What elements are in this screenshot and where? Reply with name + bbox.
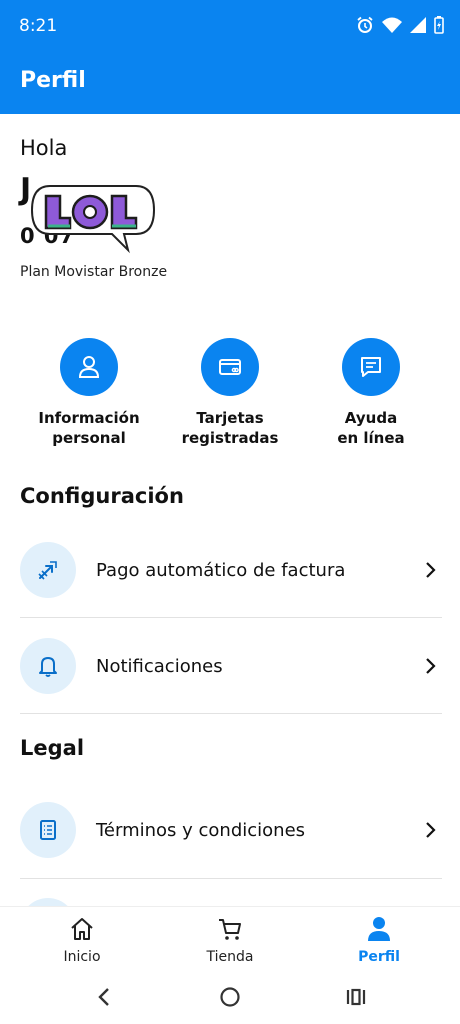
system-nav-bar: [0, 972, 460, 1024]
divider: [20, 878, 442, 879]
row-label: Notificaciones: [96, 655, 223, 677]
status-icons: [356, 16, 444, 34]
battery-icon: [434, 16, 444, 34]
quick-action-personal-info[interactable]: Información personal: [19, 338, 159, 448]
nav-item-tienda[interactable]: Tienda: [180, 915, 280, 965]
nav-item-perfil[interactable]: Perfil: [329, 915, 429, 965]
section-title-legal: Legal: [20, 736, 85, 760]
recent-apps-icon[interactable]: [345, 986, 367, 1008]
nav-item-inicio[interactable]: Inicio: [32, 915, 132, 965]
quick-action-label: Tarjetas registradas: [181, 409, 279, 447]
row-partial-icon: [20, 898, 76, 906]
alarm-icon: [356, 16, 374, 34]
profile-icon: [368, 917, 390, 941]
row-notifications[interactable]: Notificaciones: [20, 618, 442, 714]
greeting-text: Hola: [20, 136, 68, 160]
credit-card-icon: [201, 338, 259, 396]
person-icon: [60, 338, 118, 396]
quick-action-label: Ayuda en línea: [337, 409, 405, 447]
quick-action-label: Información personal: [38, 409, 140, 447]
row-label: Pago automático de factura: [96, 559, 346, 581]
profile-content[interactable]: Hola J 0 07 Plan Movistar Bronze Informa…: [0, 114, 460, 906]
row-label: Términos y condiciones: [96, 819, 306, 841]
nav-label: Inicio: [63, 949, 101, 965]
cart-icon: [219, 919, 241, 940]
signal-icon: [410, 17, 426, 33]
page-title: Perfil: [20, 68, 86, 93]
section-title-config: Configuración: [20, 484, 184, 508]
status-time: 8:21: [19, 16, 58, 36]
back-icon[interactable]: [94, 986, 116, 1008]
quick-action-help[interactable]: Ayuda en línea: [301, 338, 441, 448]
quick-action-cards[interactable]: Tarjetas registradas: [160, 338, 300, 448]
chevron-right-icon: [426, 658, 436, 674]
row-auto-pay[interactable]: Pago automático de factura: [20, 522, 442, 618]
bell-icon: [20, 638, 76, 694]
home-icon: [71, 918, 93, 940]
plan-name: Plan Movistar Bronze: [20, 264, 168, 280]
wifi-icon: [382, 17, 402, 33]
chevron-right-icon: [426, 822, 436, 838]
divider: [20, 713, 442, 714]
lol-sticker: [28, 180, 158, 258]
nav-label: Perfil: [358, 949, 400, 965]
status-bar: 8:21: [0, 0, 460, 52]
home-circle-icon[interactable]: [219, 986, 241, 1008]
auto-pay-icon: [20, 542, 76, 598]
document-list-icon: [20, 802, 76, 858]
chevron-right-icon: [426, 562, 436, 578]
bottom-nav: Inicio Tienda Perfil: [0, 906, 460, 972]
chat-icon: [342, 338, 400, 396]
row-terms[interactable]: Términos y condiciones: [20, 782, 442, 878]
nav-label: Tienda: [206, 949, 254, 965]
app-bar: Perfil: [0, 52, 460, 114]
